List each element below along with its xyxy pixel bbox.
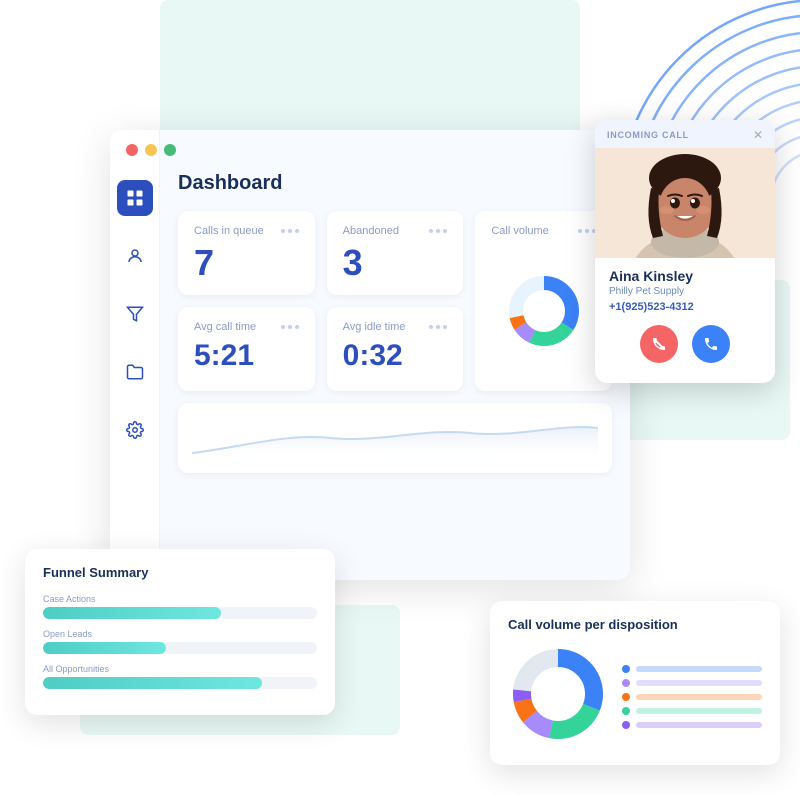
sidebar <box>110 130 160 580</box>
legend-dot-3 <box>622 693 630 701</box>
sidebar-item-users[interactable] <box>117 238 153 274</box>
stat-card-call-volume: Call volume <box>475 211 612 391</box>
stat-value-avg-idle: 0:32 <box>343 341 448 371</box>
stat-menu-dots-volume[interactable] <box>578 229 596 233</box>
caller-phone: +1(925)523-4312 <box>609 301 761 313</box>
caller-photo <box>595 148 775 258</box>
legend-dot-4 <box>622 707 630 715</box>
funnel-bar-open-leads: Open Leads <box>43 629 317 654</box>
legend-item-2 <box>622 679 762 687</box>
funnel-bar-fill-opportunities <box>43 677 262 689</box>
incoming-call-popup: INCOMING CALL ✕ <box>595 120 775 383</box>
close-button[interactable]: ✕ <box>753 128 763 142</box>
stat-menu-dots-abandoned[interactable] <box>429 229 447 233</box>
funnel-bar-fill-case-actions <box>43 607 221 619</box>
stat-card-avg-call-time: Avg call time 5:21 <box>178 307 315 391</box>
funnel-bar-label-opportunities: All Opportunities <box>43 664 317 674</box>
disposition-donut-chart <box>508 644 608 749</box>
dashboard-window: Dashboard Calls in queue 7 Abandoned <box>110 130 630 580</box>
stat-label-volume: Call volume <box>491 225 596 237</box>
legend-bar-4 <box>636 708 762 714</box>
funnel-bar-label-open-leads: Open Leads <box>43 629 317 639</box>
stat-label-avg-call: Avg call time <box>194 321 299 333</box>
legend-dot-2 <box>622 679 630 687</box>
stat-menu-dots[interactable] <box>281 229 299 233</box>
window-close-dot[interactable] <box>126 144 138 156</box>
stat-value-abandoned: 3 <box>343 245 448 281</box>
legend-items <box>622 665 762 729</box>
window-titlebar <box>126 144 176 156</box>
stats-grid: Calls in queue 7 Abandoned <box>178 211 612 391</box>
caller-company: Philly Pet Supply <box>609 286 761 297</box>
legend-item-3 <box>622 693 762 701</box>
funnel-bar-label-case-actions: Case Actions <box>43 594 317 604</box>
legend-bar-1 <box>636 666 762 672</box>
window-maximize-dot[interactable] <box>164 144 176 156</box>
call-actions <box>609 325 761 375</box>
disposition-content <box>508 644 762 749</box>
stat-card-avg-idle-time: Avg idle time 0:32 <box>327 307 464 391</box>
funnel-bar-case-actions: Case Actions <box>43 594 317 619</box>
incoming-call-label: INCOMING CALL <box>607 130 689 140</box>
stat-card-calls-in-queue: Calls in queue 7 <box>178 211 315 295</box>
accept-call-button[interactable] <box>692 325 730 363</box>
line-chart-card <box>178 403 612 473</box>
stat-value-avg-call: 5:21 <box>194 341 299 371</box>
funnel-bar-fill-open-leads <box>43 642 166 654</box>
stat-menu-dots-avgcall[interactable] <box>281 325 299 329</box>
stat-menu-dots-avgidle[interactable] <box>429 325 447 329</box>
decline-call-button[interactable] <box>640 325 678 363</box>
stat-card-abandoned: Abandoned 3 <box>327 211 464 295</box>
sidebar-item-dashboard[interactable] <box>117 180 153 216</box>
stat-label-avg-idle: Avg idle time <box>343 321 448 333</box>
funnel-summary-card: Funnel Summary Case Actions Open Leads A… <box>25 549 335 715</box>
main-content: Dashboard Calls in queue 7 Abandoned <box>160 130 630 580</box>
legend-bar-5 <box>636 722 762 728</box>
sidebar-item-settings[interactable] <box>117 412 153 448</box>
sidebar-item-filter[interactable] <box>117 296 153 332</box>
legend-bar-3 <box>636 694 762 700</box>
funnel-bar-track-opportunities <box>43 677 317 689</box>
sidebar-item-folder[interactable] <box>117 354 153 390</box>
disposition-title: Call volume per disposition <box>508 617 762 632</box>
legend-item-1 <box>622 665 762 673</box>
funnel-title: Funnel Summary <box>43 565 317 580</box>
stat-label-abandoned: Abandoned <box>343 225 448 237</box>
caller-name: Aina Kinsley <box>609 268 761 284</box>
legend-dot-1 <box>622 665 630 673</box>
legend-bar-2 <box>636 680 762 686</box>
funnel-bar-opportunities: All Opportunities <box>43 664 317 689</box>
stat-value-calls: 7 <box>194 245 299 281</box>
legend-dot-5 <box>622 721 630 729</box>
window-minimize-dot[interactable] <box>145 144 157 156</box>
legend-item-4 <box>622 707 762 715</box>
page-title: Dashboard <box>178 172 612 195</box>
stat-label-calls: Calls in queue <box>194 225 299 237</box>
call-popup-header: INCOMING CALL ✕ <box>595 120 775 148</box>
disposition-card: Call volume per disposition <box>490 601 780 765</box>
funnel-bar-track-case-actions <box>43 607 317 619</box>
caller-info: Aina Kinsley Philly Pet Supply +1(925)52… <box>595 258 775 383</box>
funnel-bar-track-open-leads <box>43 642 317 654</box>
call-volume-chart <box>491 245 596 377</box>
legend-item-5 <box>622 721 762 729</box>
